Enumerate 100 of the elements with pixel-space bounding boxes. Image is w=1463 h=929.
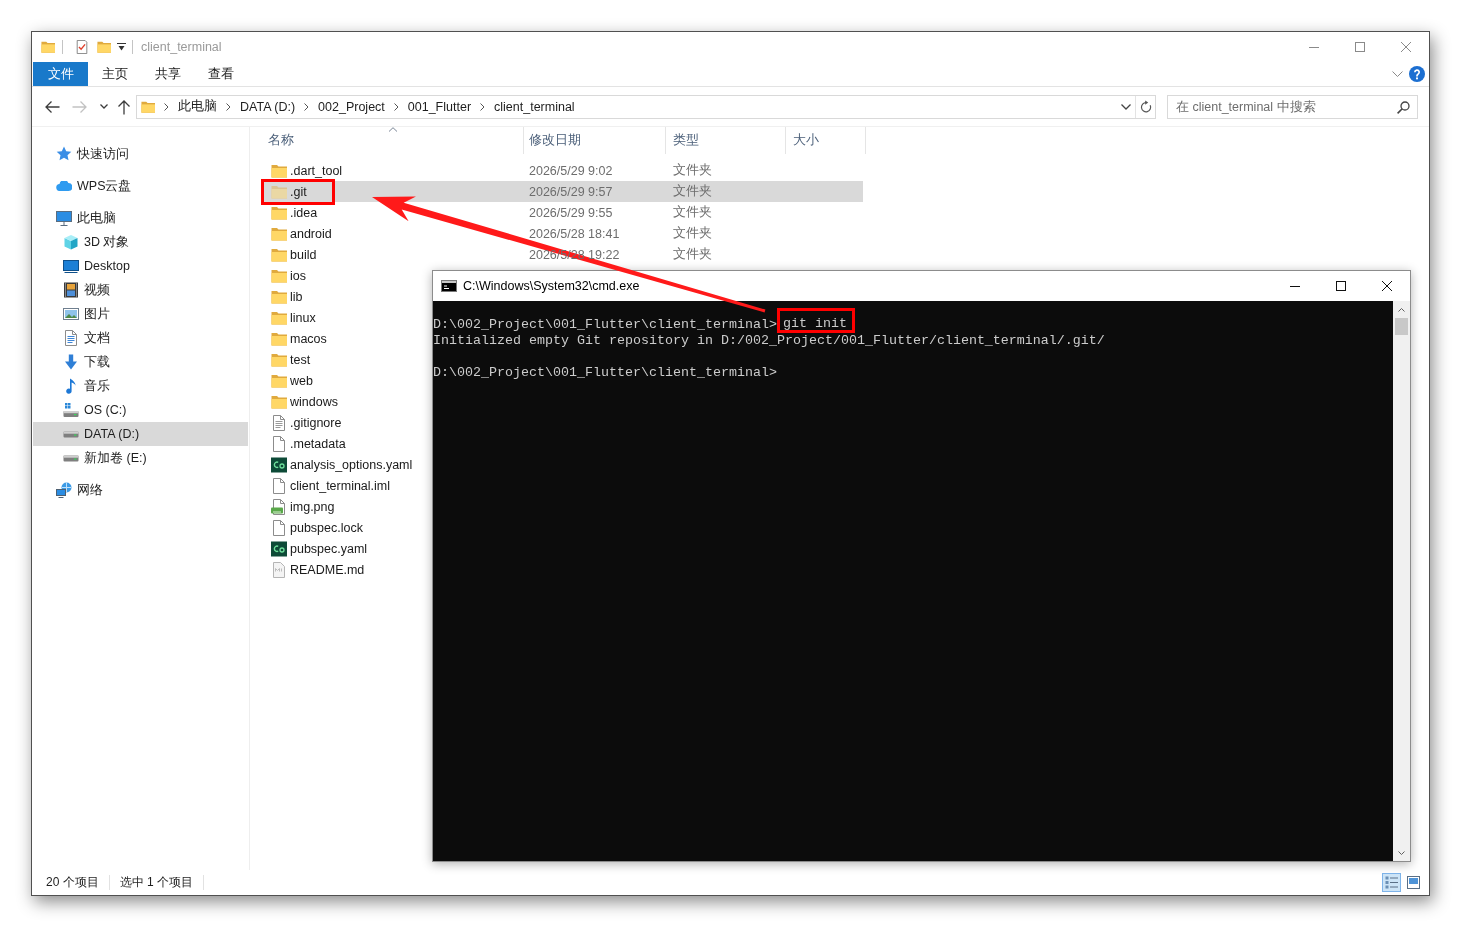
file-row[interactable]: README.md — [262, 559, 369, 580]
sidebar-item[interactable]: 视频 — [33, 278, 248, 302]
sidebar-item[interactable]: Desktop — [33, 254, 248, 278]
breadcrumb[interactable]: 002_Project — [309, 95, 394, 118]
file-row[interactable]: pubspec.lock — [262, 517, 367, 538]
file-menu-button[interactable]: 文件 — [33, 62, 88, 86]
sidebar-item[interactable]: 此电脑 — [33, 206, 248, 230]
refresh-icon[interactable] — [1139, 100, 1152, 113]
search-icon[interactable] — [1397, 100, 1410, 114]
file-row[interactable]: analysis_options.yaml — [262, 454, 417, 475]
close-icon[interactable] — [1382, 281, 1392, 291]
folder-icon — [141, 99, 155, 114]
sidebar-item[interactable]: 3D 对象 — [33, 230, 248, 254]
chevron-down-icon[interactable] — [1121, 103, 1131, 110]
sidebar-item[interactable]: DATA (D:) — [33, 422, 248, 446]
scrollbar-thumb[interactable] — [1395, 318, 1408, 335]
chevron-down-icon[interactable] — [100, 104, 108, 109]
type-text: 文件夹 — [672, 162, 713, 179]
file-name: pubspec.lock — [290, 520, 363, 535]
sidebar-item[interactable]: WPS云盘 — [33, 174, 248, 198]
file-row[interactable]: img.png — [262, 496, 339, 517]
breadcrumb[interactable]: DATA (D:) — [231, 95, 305, 118]
maximize-icon[interactable] — [1336, 281, 1346, 291]
drive-icon — [63, 430, 79, 438]
file-name: README.md — [290, 562, 365, 577]
chevron-right-icon[interactable] — [480, 102, 486, 111]
chevron-right-icon[interactable] — [304, 102, 310, 111]
file-name: ios — [290, 268, 306, 283]
date-text: 2026/5/28 18:41 — [528, 226, 621, 241]
chevron-right-icon[interactable] — [393, 102, 399, 111]
file-row[interactable]: linux — [262, 307, 320, 328]
chevron-right-icon[interactable] — [164, 102, 169, 111]
document-icon — [63, 330, 79, 346]
sidebar-item[interactable]: 图片 — [33, 302, 248, 326]
customize-dropdown-icon[interactable] — [117, 43, 126, 51]
view-button[interactable] — [1404, 873, 1423, 892]
file-name: .git — [290, 184, 307, 199]
console-icon — [441, 280, 457, 292]
file-row[interactable]: .idea 2026/5/29 9:55 文件夹 — [262, 202, 863, 223]
file-row[interactable]: .git 2026/5/29 9:57 文件夹 — [262, 181, 863, 202]
file-row[interactable]: .dart_tool 2026/5/29 9:02 文件夹 — [262, 160, 863, 181]
large-icons-view-icon — [1407, 876, 1420, 889]
scrollbar[interactable] — [1393, 301, 1410, 861]
window-title: C:\Windows\System32\cmd.exe — [463, 279, 640, 293]
breadcrumb[interactable]: 此电脑 — [169, 95, 226, 118]
scroll-up-icon[interactable] — [1398, 307, 1405, 312]
file-row[interactable]: macos — [262, 328, 331, 349]
file-row[interactable]: client_terminal.iml — [262, 475, 395, 496]
sidebar-item[interactable]: 快速访问 — [33, 142, 248, 166]
cloud-icon — [56, 181, 72, 191]
search-field[interactable]: 在 client_terminal 中搜索 — [1167, 94, 1418, 119]
window-title: client_terminal — [141, 40, 222, 54]
properties-icon[interactable] — [75, 40, 89, 54]
address-field[interactable]: 此电脑 DATA (D:) 002_Project 001_Flutter client_terminal — [136, 94, 1156, 119]
back-arrow-icon[interactable] — [44, 99, 60, 114]
film-icon — [63, 282, 79, 298]
file-name: test — [290, 352, 311, 367]
sidebar-item[interactable]: 文档 — [33, 326, 248, 350]
sidebar-item[interactable]: OS (C:) — [33, 398, 248, 422]
ribbon-tab[interactable]: 查看 — [194, 62, 247, 86]
file-name: build — [290, 247, 317, 262]
ribbon-tab[interactable]: 共享 — [141, 62, 194, 86]
column-header[interactable]: 大小 — [786, 127, 866, 154]
date-text: 2026/5/29 9:55 — [528, 205, 614, 220]
scroll-down-icon[interactable] — [1398, 850, 1405, 855]
sidebar-item[interactable]: 下载 — [33, 350, 248, 374]
breadcrumb[interactable]: 001_Flutter — [398, 95, 481, 118]
file-row[interactable]: lib — [262, 286, 307, 307]
download-arrow-icon — [63, 354, 79, 370]
column-header[interactable]: 类型 — [666, 127, 786, 154]
status-text: 20 个项目 — [46, 874, 99, 891]
sidebar-item[interactable]: 网络 — [33, 478, 248, 502]
system-drive-icon — [63, 402, 79, 418]
drive-icon — [63, 454, 79, 462]
console-line: Initialized empty Git repository in D:/002_Project/001_Flutter/client_terminal/.git/ — [433, 333, 1105, 349]
file-row[interactable]: pubspec.yaml — [262, 538, 372, 559]
file-row[interactable]: ios — [262, 265, 310, 286]
breadcrumb[interactable]: client_terminal — [485, 95, 584, 118]
file-row[interactable]: android 2026/5/28 18:41 文件夹 — [262, 223, 863, 244]
chevron-right-icon[interactable] — [226, 102, 231, 111]
file-name: macos — [290, 331, 327, 346]
file-row[interactable]: windows — [262, 391, 342, 412]
minimize-icon[interactable] — [1290, 285, 1300, 287]
sidebar-item[interactable]: 音乐 — [33, 374, 248, 398]
file-name: linux — [290, 310, 316, 325]
column-header[interactable]: 名称 — [262, 127, 524, 154]
file-row[interactable]: .metadata — [262, 433, 350, 454]
view-button[interactable] — [1382, 873, 1401, 892]
file-name: android — [290, 226, 332, 241]
file-row[interactable]: .gitignore — [262, 412, 346, 433]
file-name: analysis_options.yaml — [290, 457, 413, 472]
monitor-icon — [56, 210, 72, 226]
file-row[interactable]: web — [262, 370, 317, 391]
date-text: 2026/5/29 9:02 — [528, 163, 614, 178]
sidebar-item[interactable]: 新加卷 (E:) — [33, 446, 248, 470]
help-icon[interactable] — [1409, 66, 1425, 82]
ribbon-tab[interactable]: 主页 — [88, 62, 141, 86]
file-row[interactable]: test — [262, 349, 315, 370]
column-header[interactable]: 修改日期 — [524, 127, 666, 154]
up-arrow-icon[interactable] — [117, 98, 131, 115]
